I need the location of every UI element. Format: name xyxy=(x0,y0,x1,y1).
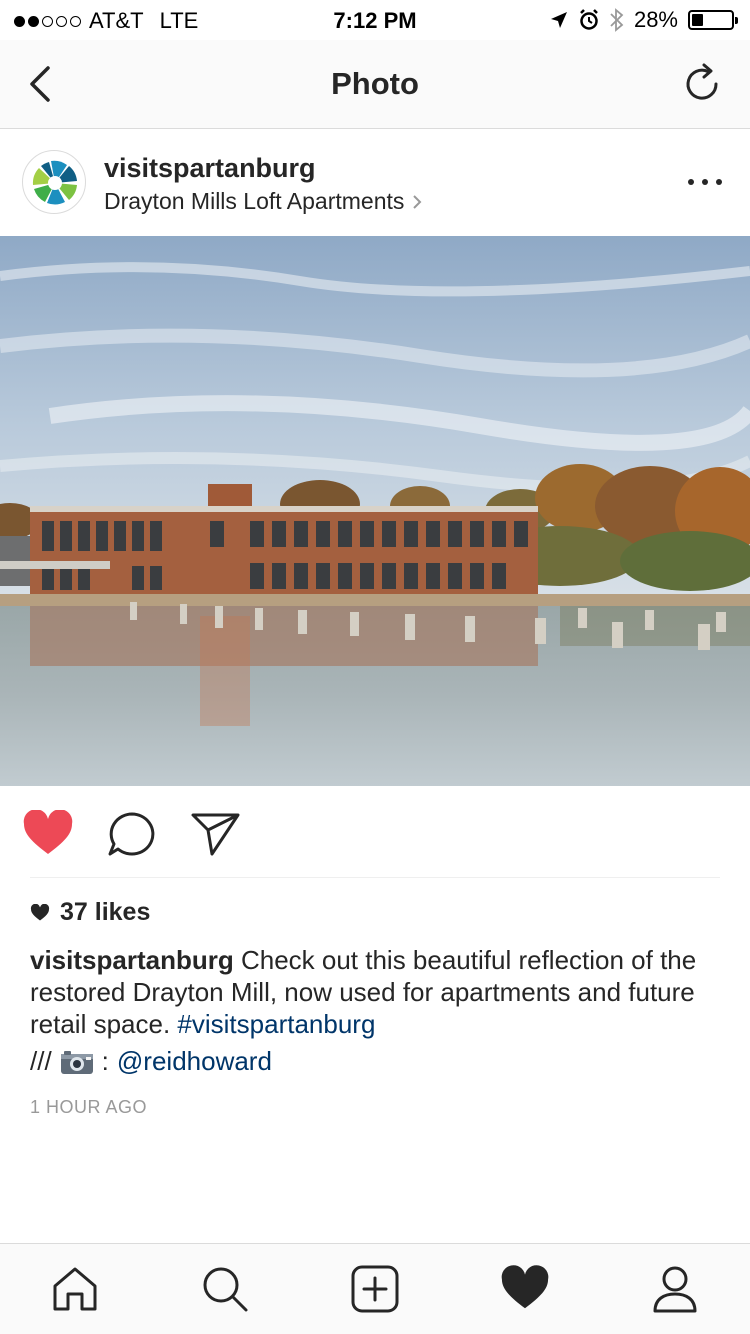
post-photo[interactable] xyxy=(0,236,750,786)
bluetooth-icon xyxy=(610,8,624,32)
more-options-button[interactable] xyxy=(688,172,722,192)
comment-icon xyxy=(108,812,155,856)
status-bar: AT&T LTE 7:12 PM 28% xyxy=(0,0,750,40)
credit-prefix: /// xyxy=(30,1046,52,1076)
page-title: Photo xyxy=(331,66,419,101)
camera-icon xyxy=(60,1050,93,1074)
status-right: 28% xyxy=(550,7,738,33)
divider xyxy=(30,877,720,878)
battery-icon xyxy=(688,10,738,30)
mill-reflection-photo xyxy=(0,236,750,786)
post-header: visitspartanburg Drayton Mills Loft Apar… xyxy=(0,130,750,236)
heart-activity-icon xyxy=(501,1265,549,1309)
tab-home[interactable] xyxy=(50,1264,100,1314)
alarm-icon xyxy=(580,9,598,30)
caption-hashtag[interactable]: #visitspartanburg xyxy=(177,1009,375,1039)
search-icon xyxy=(203,1267,248,1312)
back-button[interactable] xyxy=(24,64,64,104)
more-dots-icon xyxy=(688,179,694,185)
tab-bar xyxy=(0,1243,750,1334)
refresh-icon xyxy=(686,63,718,100)
location-label: Drayton Mills Loft Apartments xyxy=(104,188,405,214)
post-username[interactable]: visitspartanburg xyxy=(104,153,316,184)
post-location[interactable]: Drayton Mills Loft Apartments xyxy=(104,188,422,215)
share-button[interactable] xyxy=(190,810,242,858)
visitspartanburg-logo-icon xyxy=(32,160,77,205)
avatar[interactable] xyxy=(22,150,86,214)
tab-search[interactable] xyxy=(200,1264,250,1314)
caption-credit: /// : @reidhoward xyxy=(30,1046,272,1077)
signal-strength-icon xyxy=(14,15,81,27)
refresh-button[interactable] xyxy=(680,62,724,106)
post-caption: visitspartanburg Check out this beautifu… xyxy=(30,944,730,1040)
chevron-right-icon xyxy=(413,194,422,209)
caption-username[interactable]: visitspartanburg xyxy=(30,945,234,975)
chevron-left-icon xyxy=(30,66,50,102)
likes-count[interactable]: 37 likes xyxy=(30,898,150,927)
paper-plane-icon xyxy=(191,813,240,856)
credit-colon: : xyxy=(101,1046,109,1076)
tab-profile[interactable] xyxy=(650,1264,700,1314)
tab-add-post[interactable] xyxy=(350,1264,400,1314)
tab-activity[interactable] xyxy=(500,1264,550,1314)
location-arrow-icon xyxy=(550,12,567,28)
small-heart-icon xyxy=(30,903,50,920)
comment-button[interactable] xyxy=(106,810,158,858)
status-left: AT&T LTE xyxy=(14,8,198,34)
carrier-name: AT&T xyxy=(89,8,144,33)
heart-icon xyxy=(23,809,73,854)
likes-label: 37 likes xyxy=(60,898,151,926)
battery-percent: 28% xyxy=(633,7,678,32)
home-icon xyxy=(53,1267,97,1311)
post-timestamp: 1 HOUR AGO xyxy=(30,1097,148,1117)
like-button[interactable] xyxy=(22,809,74,858)
photographer-mention[interactable]: @reidhoward xyxy=(117,1046,272,1077)
profile-icon xyxy=(653,1266,697,1313)
network-type: LTE xyxy=(159,8,199,33)
nav-bar: Photo xyxy=(0,40,750,129)
add-post-icon xyxy=(351,1265,399,1313)
post-actions xyxy=(0,786,750,878)
